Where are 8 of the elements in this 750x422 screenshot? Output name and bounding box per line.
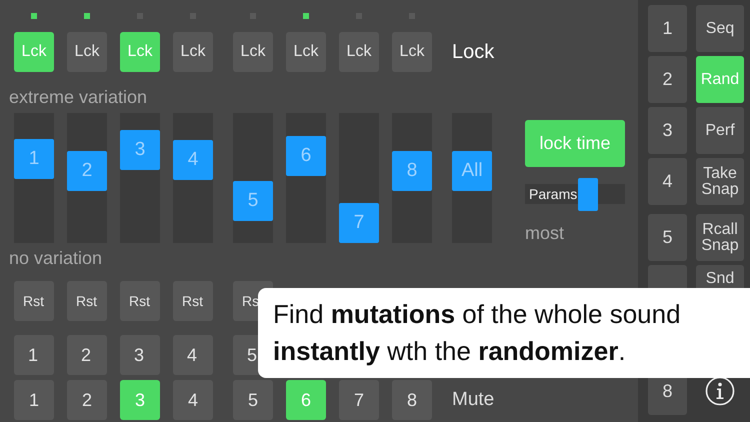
caption-text: instantly wth the randomizer. bbox=[273, 334, 627, 368]
lock-label: Lock bbox=[452, 40, 494, 64]
extreme-variation-label: extreme variation bbox=[9, 87, 148, 108]
most-label: most bbox=[525, 223, 566, 244]
caption-text: Find mutations of the whole sound bbox=[273, 298, 682, 331]
params-label: Params bbox=[529, 186, 578, 202]
no-variation-label: no variation bbox=[9, 248, 102, 269]
mute-label: Mute bbox=[452, 389, 494, 411]
